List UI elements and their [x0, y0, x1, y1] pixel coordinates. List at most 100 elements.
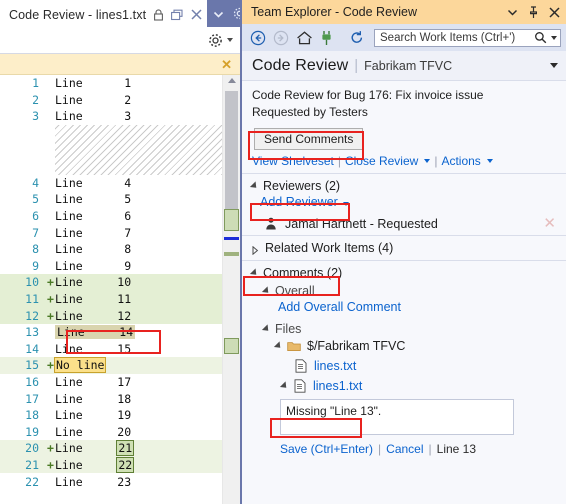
- chevron-down-icon[interactable]: [506, 5, 518, 19]
- file-label[interactable]: lines.txt: [314, 356, 356, 376]
- code-line-row[interactable]: 17 Line 18: [0, 390, 222, 407]
- comments-section-header[interactable]: Comments (2): [242, 261, 566, 283]
- code-line-text: Line 19: [55, 408, 132, 423]
- code-line-row[interactable]: 11 + Line 11: [0, 290, 222, 308]
- chevron-down-icon[interactable]: [551, 35, 557, 40]
- close-review-link[interactable]: Close Review: [345, 154, 418, 168]
- lock-icon[interactable]: [152, 8, 165, 21]
- code-line-row[interactable]: 18 Line 19: [0, 407, 222, 424]
- code-line-row[interactable]: 16 Line 17: [0, 374, 222, 391]
- code-line-row[interactable]: 5 Line 5: [0, 191, 222, 208]
- comment-editor: Save (Ctrl+Enter) | Cancel | Line 13: [280, 399, 514, 456]
- files-group-header[interactable]: Files: [242, 320, 566, 336]
- back-icon[interactable]: [250, 29, 266, 46]
- code-line-text: Line 23: [55, 474, 132, 489]
- code-line-row[interactable]: 10 + Line 10: [0, 274, 222, 291]
- comment-text-input[interactable]: [280, 399, 514, 435]
- code-line-text: Line 9: [55, 258, 132, 273]
- chevron-down-icon[interactable]: [227, 38, 233, 42]
- team-explorer-toolbar: [242, 24, 566, 51]
- close-icon[interactable]: ✕: [543, 216, 556, 231]
- document-tab-code-review[interactable]: Code Review - lines1.txt: [0, 0, 208, 27]
- chevron-down-icon[interactable]: [550, 63, 558, 68]
- folder-label: $/Fabrikam TFVC: [307, 339, 406, 353]
- selected-text: Line 14: [55, 325, 136, 340]
- code-line-row[interactable]: 7 Line 7: [0, 224, 222, 241]
- line-number: 14: [25, 341, 39, 356]
- scrollbar-thumb[interactable]: [225, 91, 238, 211]
- code-line-row[interactable]: 15 + No line: [0, 357, 222, 374]
- search-work-items-box[interactable]: [374, 28, 561, 47]
- code-line-row[interactable]: 13 Line 14: [0, 324, 222, 341]
- save-comment-link[interactable]: Save (Ctrl+Enter): [280, 442, 373, 456]
- add-overall-comment-link[interactable]: Add Overall Comment: [278, 300, 401, 314]
- magnifier-icon[interactable]: [534, 31, 547, 44]
- code-line-row[interactable]: 22 Line 23: [0, 473, 222, 490]
- code-line-text: Line 3: [55, 109, 132, 124]
- line-number: 12: [25, 308, 39, 323]
- expander-open-icon[interactable]: [249, 268, 260, 278]
- line-number: 10: [25, 275, 39, 290]
- settings-gear-icon[interactable]: [207, 32, 223, 48]
- related-work-items-section-header[interactable]: Related Work Items (4): [242, 236, 566, 260]
- file-tree-item-lines[interactable]: lines.txt: [242, 356, 566, 376]
- expander-open-icon[interactable]: [279, 381, 290, 391]
- expander-open-icon[interactable]: [261, 324, 272, 334]
- code-line-text: No line: [53, 357, 107, 374]
- home-icon[interactable]: [296, 29, 313, 46]
- code-line-row[interactable]: 8 Line 8: [0, 241, 222, 258]
- search-input[interactable]: [380, 31, 534, 44]
- folder-tree-item[interactable]: $/Fabrikam TFVC: [242, 336, 566, 356]
- line-number: 11: [25, 292, 39, 307]
- code-line-row[interactable]: 1 Line 1: [0, 75, 222, 92]
- code-line-row[interactable]: 2 Line 2: [0, 92, 222, 109]
- view-shelveset-link[interactable]: View Shelveset: [252, 154, 334, 168]
- code-line-row[interactable]: 6 Line 6: [0, 208, 222, 225]
- code-line-row[interactable]: 4 Line 4: [0, 175, 222, 192]
- reviewers-section-header[interactable]: Reviewers (2): [242, 174, 566, 194]
- inline-change-highlight: 21: [116, 440, 135, 457]
- code-diff-area[interactable]: 1 Line 1 2 Line 2 3 Line 3 4 Line 4 5 Line 5 6 Line…: [0, 75, 222, 504]
- code-line-row[interactable]: 20 + Line 21: [0, 440, 222, 457]
- cancel-comment-link[interactable]: Cancel: [386, 442, 423, 456]
- forward-icon: [273, 29, 289, 46]
- expander-open-icon[interactable]: [261, 286, 272, 296]
- comment-editor-actions: Save (Ctrl+Enter) | Cancel | Line 13: [280, 438, 514, 456]
- scrollbar-change-marker: [224, 338, 239, 354]
- chevron-down-icon[interactable]: [343, 202, 350, 206]
- actions-link[interactable]: Actions: [441, 154, 480, 168]
- code-line-row[interactable]: 14 Line 15: [0, 341, 222, 358]
- code-line-row[interactable]: 21 + Line 22: [0, 456, 222, 474]
- refresh-icon[interactable]: [349, 29, 365, 46]
- scroll-up-arrow-icon[interactable]: [227, 78, 236, 83]
- pin-icon[interactable]: [527, 5, 539, 19]
- file-label[interactable]: lines1.txt: [313, 376, 362, 396]
- file-tree-item-lines1[interactable]: lines1.txt: [242, 376, 566, 396]
- chevron-down-icon[interactable]: [424, 159, 431, 163]
- editor-vertical-scrollbar[interactable]: [222, 75, 240, 504]
- code-line-row[interactable]: 3 Line 3: [0, 108, 222, 125]
- expander-open-icon[interactable]: [249, 181, 260, 191]
- code-line-row[interactable]: 12 + Line 12: [0, 307, 222, 324]
- close-icon[interactable]: [190, 8, 203, 21]
- reviewer-list-item[interactable]: Jamal Hartnett - Requested ✕: [242, 212, 566, 235]
- float-window-icon[interactable]: [171, 8, 184, 21]
- close-icon[interactable]: [548, 5, 560, 19]
- scrollbar-change-marker: [224, 252, 239, 256]
- expander-open-icon[interactable]: [273, 341, 284, 351]
- connect-plug-icon[interactable]: [320, 29, 333, 46]
- close-icon[interactable]: ✕: [221, 58, 232, 71]
- chevron-down-icon[interactable]: [211, 7, 225, 21]
- overall-group-header[interactable]: Overall: [242, 283, 566, 298]
- chevron-down-icon[interactable]: [486, 159, 493, 163]
- code-line-row[interactable]: 19 Line 20: [0, 423, 222, 440]
- document-tab-title: Code Review - lines1.txt: [9, 7, 147, 22]
- comment-location-label: Line 13: [436, 442, 477, 456]
- code-line-row[interactable]: 9 Line 9: [0, 258, 222, 275]
- add-reviewer-link[interactable]: Add Reviewer: [260, 195, 338, 209]
- send-comments-button[interactable]: Send Comments: [254, 128, 364, 150]
- line-number: 7: [32, 225, 39, 240]
- expander-closed-icon[interactable]: [252, 244, 259, 255]
- code-line-text: Line 10: [55, 275, 132, 290]
- folder-icon: [287, 339, 301, 353]
